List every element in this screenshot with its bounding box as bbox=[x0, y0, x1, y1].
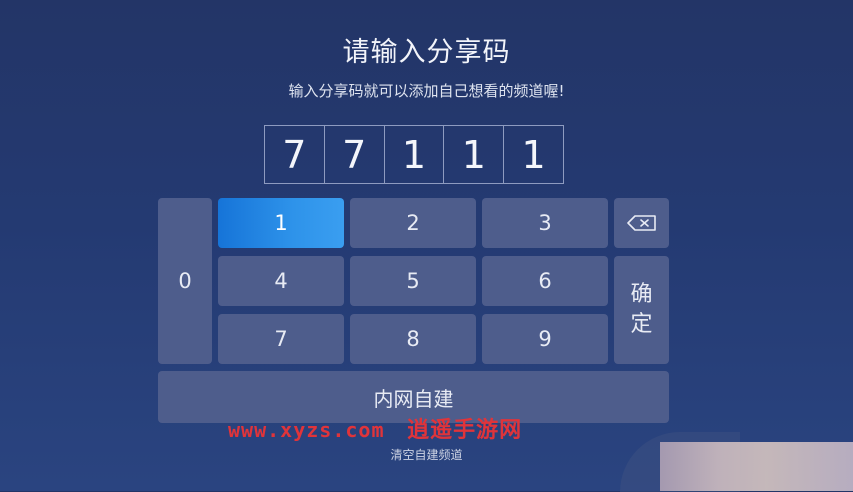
key-3[interactable]: 3 bbox=[482, 198, 608, 248]
key-2[interactable]: 2 bbox=[350, 198, 476, 248]
blurred-region bbox=[660, 442, 853, 491]
code-digit-3: 1 bbox=[385, 126, 445, 183]
code-digit-5: 1 bbox=[521, 132, 546, 177]
key-4[interactable]: 4 bbox=[218, 256, 344, 306]
key-8[interactable]: 8 bbox=[350, 314, 476, 364]
share-code-display: 7 7 1 1 1 bbox=[264, 125, 564, 184]
key-6[interactable]: 6 bbox=[482, 256, 608, 306]
watermark: www.xyzs.com 逍遥手游网 bbox=[228, 412, 522, 444]
watermark-name: 逍遥手游网 bbox=[407, 418, 523, 443]
key-5[interactable]: 5 bbox=[350, 256, 476, 306]
key-0[interactable]: 0 bbox=[158, 198, 212, 364]
confirm-label-char-1: 确 bbox=[630, 282, 653, 307]
page-title: 请输入分享码 bbox=[342, 37, 511, 68]
code-digit-4: 1 bbox=[444, 126, 505, 183]
code-digit-2: 7 bbox=[325, 126, 385, 183]
code-digit-1: 7 bbox=[265, 126, 325, 183]
confirm-button[interactable]: 确 定 bbox=[614, 256, 669, 364]
confirm-label-char-2: 定 bbox=[630, 312, 653, 337]
key-1[interactable]: 1 bbox=[218, 198, 344, 248]
page-subtitle: 输入分享码就可以添加自己想看的频道喔! bbox=[288, 82, 565, 100]
key-9[interactable]: 9 bbox=[482, 314, 608, 364]
key-7[interactable]: 7 bbox=[218, 314, 344, 364]
backspace-button[interactable] bbox=[614, 198, 669, 248]
watermark-url: www.xyzs.com bbox=[228, 418, 385, 442]
backspace-icon bbox=[626, 215, 656, 231]
